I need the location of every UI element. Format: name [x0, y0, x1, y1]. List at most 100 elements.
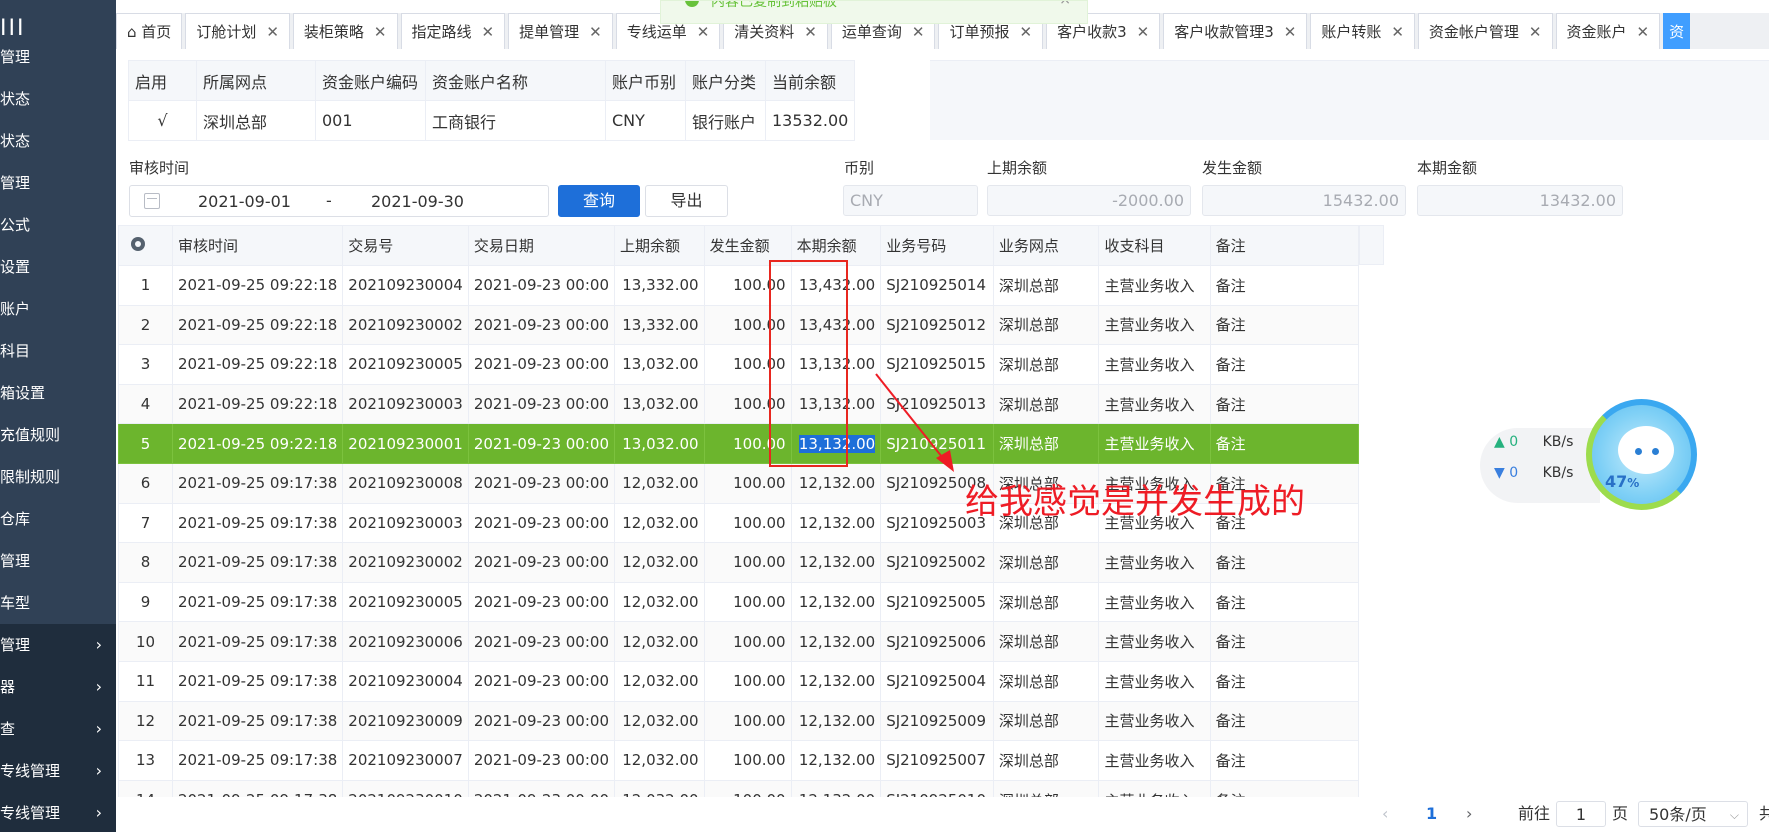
network-speed-widget[interactable]: ▲ 0 KB/s ▼ 0 KB/s 47% [1480, 399, 1697, 520]
table-cell: 7 [118, 502, 173, 544]
table-row[interactable]: 14 2021-09-25 09:17:38 202109230010 2021-09… [118, 779, 1359, 797]
tab-11[interactable]: 账户转账 ✕ [1310, 13, 1415, 49]
account-row[interactable]: √ 深圳总部 001 工商银行 CNY 银行账户 13532.00 [128, 100, 856, 141]
date-range-picker[interactable]: 2021-09-01 - 2021-09-30 [129, 185, 549, 217]
cell-value: 主营业务收入 [1104, 395, 1195, 414]
sidebar-item[interactable]: 限制规则 [0, 456, 116, 498]
table-cell: 主营业务收入 [1098, 344, 1211, 385]
tab-1[interactable]: 订舱计划 ✕ [185, 13, 290, 49]
prev-page-button[interactable]: ‹ [1382, 801, 1388, 827]
sidebar-item[interactable]: 管理 [0, 36, 116, 78]
table-row[interactable]: 4 2021-09-25 09:22:18 202109230003 2021-09-… [118, 383, 1359, 425]
sidebar-item[interactable]: 充值规则 [0, 414, 116, 456]
table-row[interactable]: 5 2021-09-25 09:22:18 202109230001 2021-09-… [118, 423, 1359, 464]
sidebar-item[interactable]: 状态 [0, 78, 116, 120]
table-cell: 100.00 [703, 462, 792, 504]
cell-value: 深圳总部 [998, 435, 1059, 454]
sidebar-item[interactable]: 专线管理 › [0, 792, 116, 832]
column-header[interactable]: 交易号 [342, 225, 469, 266]
sidebar-item[interactable]: 专线管理 › [0, 750, 116, 792]
query-button[interactable]: 查询 [558, 185, 640, 217]
close-tab-icon[interactable]: ✕ [1391, 23, 1404, 41]
tab-3[interactable]: 指定路线 ✕ [400, 13, 506, 49]
close-tab-icon[interactable]: ✕ [589, 23, 602, 41]
cell-value: 13 [135, 751, 156, 770]
account-cell: 深圳总部 [196, 100, 316, 141]
table-row[interactable]: 10 2021-09-25 09:17:38 202109230006 2021-09… [118, 621, 1359, 662]
table-row[interactable]: 13 2021-09-25 09:17:38 202109230007 2021-09… [118, 740, 1359, 781]
close-tab-icon[interactable]: ✕ [804, 23, 817, 41]
cell-value: 2021-09-23 00:00 [473, 751, 609, 770]
sidebar-item[interactable]: 管理 › [0, 624, 116, 666]
sidebar-item[interactable]: 车型 [0, 582, 116, 624]
close-tab-icon[interactable]: ✕ [266, 23, 279, 41]
column-header[interactable]: 业务网点 [992, 225, 1100, 266]
tab-13[interactable]: 资金账户 ✕ [1555, 13, 1661, 49]
table-row[interactable]: 2 2021-09-25 09:22:18 202109230002 2021-09-… [118, 304, 1359, 346]
close-tab-icon[interactable]: ✕ [1637, 23, 1650, 41]
export-button[interactable]: 导出 [645, 185, 728, 217]
cell-value: 13,032.00 [622, 395, 699, 414]
sidebar-item[interactable]: 设置 [0, 246, 116, 288]
close-tab-icon[interactable]: ✕ [374, 23, 387, 41]
close-tab-icon[interactable]: ✕ [1019, 23, 1032, 41]
tab-14[interactable]: 资 [1663, 13, 1691, 49]
table-row[interactable]: 8 2021-09-25 09:17:38 202109230002 2021-09-… [118, 542, 1359, 583]
success-icon: ✓ [685, 1, 699, 7]
column-header[interactable]: 审核时间 [171, 225, 344, 266]
table-cell: 深圳总部 [992, 779, 1100, 797]
close-tab-icon[interactable]: ✕ [1284, 23, 1297, 41]
sidebar-item-label: 充值规则 [0, 426, 61, 444]
cell-value: 备注 [1215, 395, 1246, 414]
sidebar-item[interactable]: 管理 [0, 540, 116, 582]
next-page-button[interactable]: › [1466, 801, 1472, 827]
page-size-select[interactable]: 50条/页 ⌵ [1638, 801, 1748, 827]
close-tab-icon[interactable]: ✕ [1137, 23, 1150, 41]
current-page[interactable]: 1 [1426, 801, 1437, 827]
cell-value: 11 [135, 672, 156, 691]
cell-value: 深圳总部 [998, 751, 1059, 770]
column-header[interactable]: 收支科目 [1098, 225, 1211, 266]
table-cell: 202109230004 [342, 660, 469, 702]
table-cell: SJ210925006 [880, 621, 994, 662]
gear-icon[interactable] [131, 236, 145, 251]
sidebar-item-label: 专线管理 [0, 804, 61, 822]
sidebar-item[interactable]: 账户 [0, 288, 116, 330]
table-row[interactable]: 3 2021-09-25 09:22:18 202109230005 2021-09-… [118, 344, 1359, 385]
tab-10[interactable]: 客户收款管理3 ✕ [1163, 13, 1308, 49]
table-cell: 202109230006 [342, 621, 469, 662]
sidebar-item-label: 专线管理 [0, 762, 61, 780]
tab-4[interactable]: 提单管理 ✕ [508, 13, 613, 49]
cell-value: 10 [135, 632, 156, 651]
column-header[interactable]: 备注 [1209, 225, 1359, 266]
close-tab-icon[interactable]: ✕ [1529, 23, 1542, 41]
column-header[interactable]: 交易日期 [467, 225, 615, 266]
sidebar-item[interactable]: 状态 [0, 120, 116, 162]
table-row[interactable]: 11 2021-09-25 09:17:38 202109230004 2021-09… [118, 660, 1359, 702]
tab-0[interactable]: ⌂ 首页 [116, 13, 183, 49]
sidebar-item[interactable]: 科目 [0, 330, 116, 372]
date-from[interactable]: 2021-09-01 [198, 192, 291, 211]
column-header[interactable]: 上期余额 [613, 225, 705, 266]
cell-value: 深圳总部 [998, 672, 1059, 691]
sidebar-item[interactable]: 查 › [0, 708, 116, 750]
table-row[interactable]: 1 2021-09-25 09:22:18 202109230004 2021-09-… [118, 265, 1359, 306]
sidebar-item[interactable]: 仓库 [0, 498, 116, 540]
close-tab-icon[interactable]: ✕ [912, 23, 925, 41]
date-to[interactable]: 2021-09-30 [371, 192, 464, 211]
sidebar-item[interactable]: 箱设置 [0, 372, 116, 414]
sidebar-item[interactable]: 公式 [0, 204, 116, 246]
chevron-right-icon: › [95, 719, 102, 738]
column-header[interactable]: 业务号码 [880, 225, 994, 266]
toast-close-icon[interactable]: × [1059, 1, 1071, 8]
close-tab-icon[interactable]: ✕ [697, 23, 710, 41]
close-tab-icon[interactable]: ✕ [482, 23, 495, 41]
tab-2[interactable]: 装柜策略 ✕ [292, 13, 398, 49]
column-settings-header[interactable] [118, 225, 173, 266]
sidebar-item[interactable]: 管理 [0, 162, 116, 204]
table-row[interactable]: 9 2021-09-25 09:17:38 202109230005 2021-09-… [118, 581, 1359, 623]
goto-page-input[interactable]: 1 [1556, 801, 1606, 827]
tab-12[interactable]: 资金帐户管理 ✕ [1417, 13, 1553, 49]
sidebar-item[interactable]: 器 › [0, 666, 116, 708]
table-row[interactable]: 12 2021-09-25 09:17:38 202109230009 2021-09… [118, 700, 1359, 742]
